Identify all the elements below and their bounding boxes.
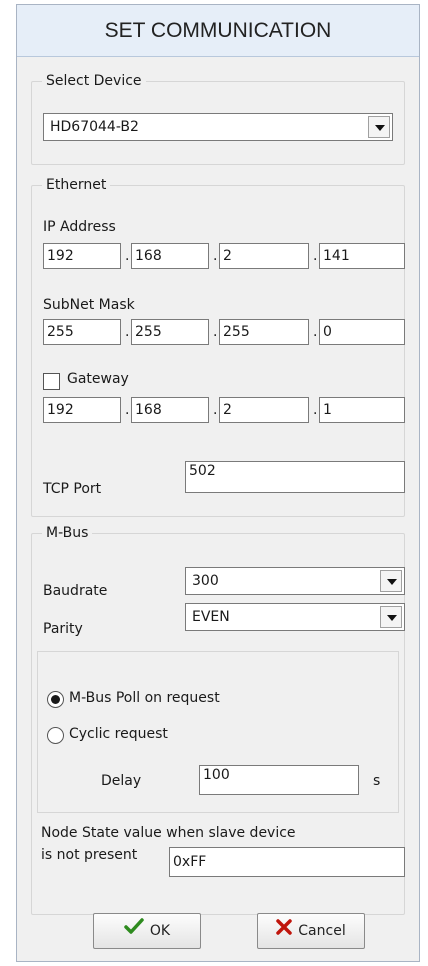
gateway-octet-2[interactable]: 168 [131, 397, 209, 423]
subnet-octet-4[interactable]: 0 [319, 319, 405, 345]
cancel-button-label: Cancel [298, 923, 346, 939]
gateway-label: Gateway [67, 371, 129, 387]
cyclic-request-label: Cyclic request [69, 726, 168, 742]
baudrate-label: Baudrate [43, 583, 108, 599]
node-state-input[interactable]: 0xFF [169, 847, 405, 877]
checkmark-icon [124, 914, 144, 948]
parity-select-value: EVEN [192, 609, 230, 625]
ok-button-label: OK [149, 923, 171, 939]
chevron-down-icon[interactable] [368, 116, 390, 138]
gateway-separator-2: . [213, 402, 218, 418]
gateway-checkbox[interactable] [43, 373, 60, 390]
gateway-separator-1: . [125, 402, 130, 418]
device-select[interactable]: HD67044-B2 [43, 113, 393, 141]
gateway-separator-3: . [313, 402, 318, 418]
ip-octet-1[interactable]: 192 [43, 243, 121, 269]
subnet-separator-1: . [125, 324, 130, 340]
poll-on-request-radio[interactable] [47, 691, 64, 708]
parity-label: Parity [43, 621, 83, 637]
mbus-legend: M-Bus [46, 525, 89, 541]
close-icon [276, 914, 293, 948]
delay-input[interactable]: 100 [199, 765, 359, 795]
cyclic-request-radio[interactable] [47, 727, 64, 744]
ethernet-legend: Ethernet [46, 177, 107, 193]
baudrate-select[interactable]: 300 [185, 567, 405, 595]
ip-octet-4[interactable]: 141 [319, 243, 405, 269]
subnet-octet-2[interactable]: 255 [131, 319, 209, 345]
gateway-octet-1[interactable]: 192 [43, 397, 121, 423]
gateway-octet-4[interactable]: 1 [319, 397, 405, 423]
node-state-label-line1: Node State value when slave device [41, 825, 296, 841]
subnet-mask-label: SubNet Mask [43, 297, 135, 313]
chevron-down-icon[interactable] [380, 606, 402, 628]
set-communication-window: SET COMMUNICATION Select Device HD67044-… [16, 4, 420, 962]
chevron-down-icon[interactable] [380, 570, 402, 592]
subnet-separator-2: . [213, 324, 218, 340]
ip-separator-1: . [125, 248, 130, 264]
ip-octet-2[interactable]: 168 [131, 243, 209, 269]
select-device-legend: Select Device [46, 73, 142, 89]
ip-address-label: IP Address [43, 219, 116, 235]
cancel-button[interactable]: Cancel [257, 913, 365, 949]
device-select-value: HD67044-B2 [50, 119, 139, 135]
subnet-separator-3: . [313, 324, 318, 340]
tcp-port-input[interactable]: 502 [185, 461, 405, 493]
ip-octet-3[interactable]: 2 [219, 243, 309, 269]
subnet-octet-1[interactable]: 255 [43, 319, 121, 345]
ok-button[interactable]: OK [93, 913, 201, 949]
window-title: SET COMMUNICATION [17, 5, 419, 57]
parity-select[interactable]: EVEN [185, 603, 405, 631]
baudrate-select-value: 300 [192, 573, 219, 589]
tcp-port-label: TCP Port [43, 481, 102, 497]
delay-unit: s [373, 773, 381, 789]
ip-separator-2: . [213, 248, 218, 264]
ip-separator-3: . [313, 248, 318, 264]
subnet-octet-3[interactable]: 255 [219, 319, 309, 345]
gateway-octet-3[interactable]: 2 [219, 397, 309, 423]
node-state-label-line2: is not present [41, 847, 138, 863]
poll-on-request-label: M-Bus Poll on request [69, 690, 220, 706]
delay-label: Delay [101, 773, 142, 789]
